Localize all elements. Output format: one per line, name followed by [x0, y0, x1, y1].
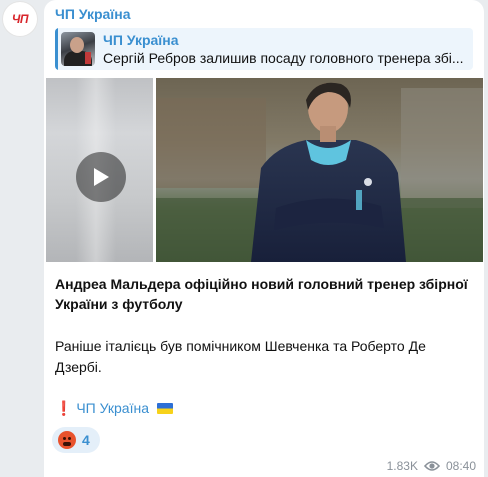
ukraine-flag-icon — [156, 403, 173, 414]
signature-link[interactable]: ЧП Україна — [76, 400, 149, 416]
message-time: 08:40 — [445, 459, 476, 473]
post-body: Раніше італієць був помічником Шевченка … — [55, 338, 426, 375]
eye-icon — [423, 461, 440, 471]
message-meta: 1.83K 08:40 — [387, 459, 476, 473]
channel-name[interactable]: ЧП Україна — [55, 6, 131, 22]
reply-thumbnail — [61, 32, 95, 66]
coach-photo-illustration — [156, 78, 483, 262]
message-bubble: ЧП Україна ЧП Україна Сергій Ребров зали… — [44, 0, 484, 477]
reply-accent-bar — [55, 28, 58, 70]
play-icon[interactable] — [76, 152, 126, 202]
photo-thumbnail[interactable] — [156, 78, 483, 262]
channel-avatar[interactable]: ЧП — [3, 2, 37, 36]
video-thumbnail[interactable] — [46, 78, 153, 262]
enraged-face-icon — [58, 431, 76, 449]
views-count: 1.83K — [386, 459, 418, 473]
exclamation-icon: ❗ — [55, 400, 73, 416]
reply-text: Сергій Ребров залишив посаду головного т… — [103, 50, 464, 66]
reply-author: ЧП Україна — [103, 32, 179, 48]
reaction-count: 4 — [82, 432, 90, 448]
post-signature: ❗ ЧП Україна — [55, 400, 173, 417]
reaction-chip[interactable]: 4 — [52, 427, 100, 453]
post-caption: Андреа Мальдера офіційно новий головний … — [55, 276, 468, 312]
reply-preview[interactable]: ЧП Україна Сергій Ребров залишив посаду … — [55, 28, 473, 70]
